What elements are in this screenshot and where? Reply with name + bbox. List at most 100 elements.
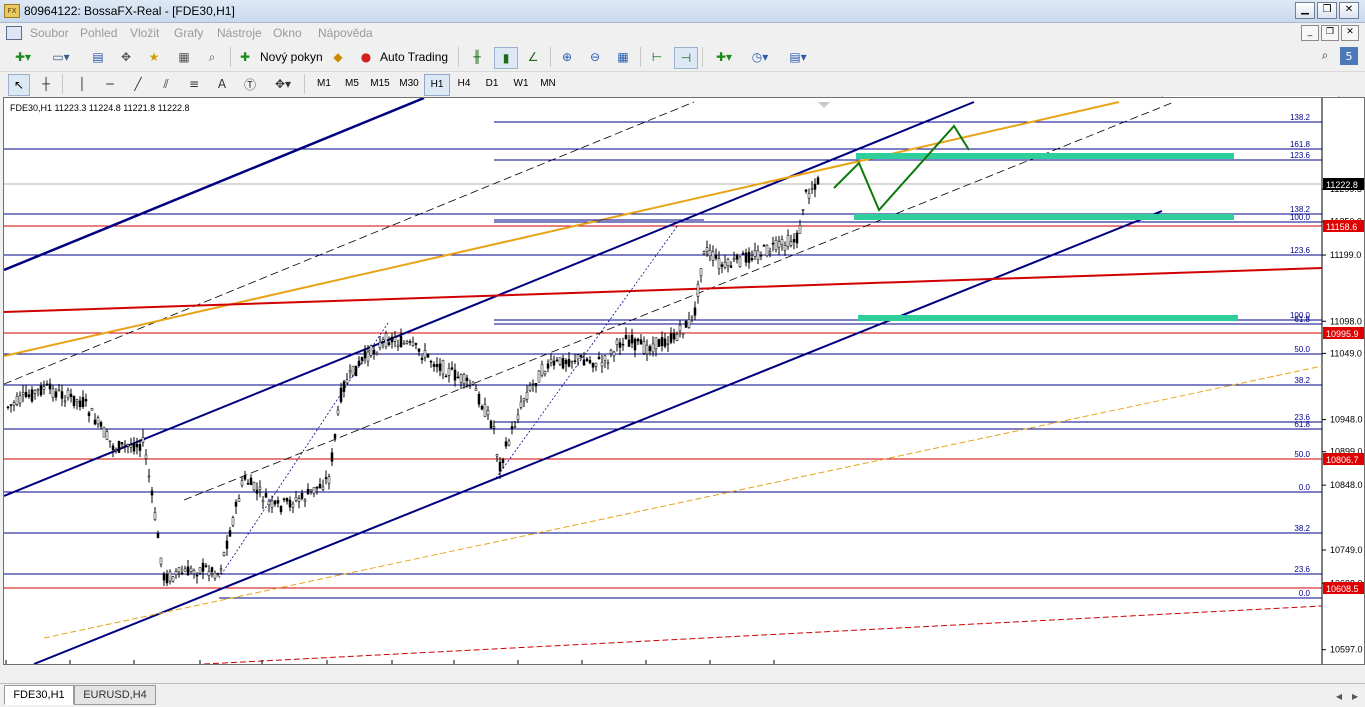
candle-body: [789, 241, 793, 246]
candlestick-chart-icon[interactable]: ▮: [494, 47, 518, 69]
bar-chart-icon[interactable]: ╫: [466, 47, 488, 67]
red-trendline-dashed: [203, 605, 1323, 664]
chart-canvas[interactable]: 138.2161.8123.6138.2100.0123.6100.061.85…: [4, 98, 1364, 664]
timeframe-m1[interactable]: M1: [312, 74, 336, 94]
candle-body: [351, 365, 355, 376]
chart-close-button[interactable]: ✕: [1341, 25, 1359, 41]
community-badge[interactable]: 5: [1340, 47, 1358, 65]
chart-minimize-button[interactable]: _: [1301, 25, 1319, 41]
chart-tabs-bar: FDE30,H1 EURUSD,H4 ◂ ▸: [0, 683, 1365, 707]
terminal-icon[interactable]: ▦: [174, 47, 194, 67]
red-trendline: [4, 267, 1323, 313]
data-window-icon[interactable]: ✥: [116, 47, 136, 67]
crosshair-icon[interactable]: ┼: [36, 74, 56, 94]
indicators-icon[interactable]: ✚▾: [708, 47, 740, 67]
trendline-icon[interactable]: ╱: [128, 74, 148, 94]
templates-icon[interactable]: ▤▾: [782, 47, 814, 67]
zoom-in-icon[interactable]: ⊕: [556, 47, 578, 67]
arrows-icon[interactable]: ✥▾: [268, 74, 298, 94]
fibonacci-icon[interactable]: ≡: [184, 74, 204, 94]
timeframe-m5[interactable]: M5: [340, 74, 364, 94]
vertical-line-icon[interactable]: │: [72, 74, 92, 94]
candle-body: [201, 562, 205, 572]
candle-body: [258, 486, 262, 490]
menu-vlozit[interactable]: Vložit: [130, 26, 159, 40]
candle-body: [489, 420, 493, 429]
maximize-button[interactable]: ❐: [1317, 2, 1337, 19]
chart-shift-icon[interactable]: ⊣: [674, 47, 698, 69]
text-icon[interactable]: A: [212, 74, 232, 94]
profiles-icon[interactable]: ▭▾: [46, 47, 76, 67]
timeframe-m30[interactable]: M30: [396, 74, 422, 94]
tab-eurusd-h4[interactable]: EURUSD,H4: [74, 685, 156, 705]
candle-body: [441, 360, 445, 375]
new-order-button[interactable]: Nový pokyn: [260, 50, 323, 64]
timeframe-h4[interactable]: H4: [452, 74, 476, 94]
periods-icon[interactable]: ◷▾: [744, 47, 776, 67]
tester-icon[interactable]: ⌕: [202, 47, 222, 67]
candle-body: [225, 540, 229, 549]
text-label-icon[interactable]: Ⓣ: [240, 74, 260, 94]
candle-body: [306, 488, 310, 495]
new-order-icon[interactable]: ✚: [236, 47, 254, 67]
candle-body: [60, 391, 64, 399]
candle-body: [693, 307, 697, 316]
candle-body: [84, 399, 88, 402]
metaeditor-icon[interactable]: ◆: [328, 47, 348, 67]
channel-icon[interactable]: ⫽: [156, 74, 176, 94]
search-icon[interactable]: ⌕: [1316, 47, 1334, 63]
price-tick-label: 10749.0: [1330, 545, 1363, 555]
cursor-icon[interactable]: ↖: [8, 74, 30, 96]
scroll-chart-icon[interactable]: ⊢: [646, 47, 668, 67]
navigator-icon[interactable]: ★: [144, 47, 164, 67]
candle-body: [654, 337, 658, 350]
candle-body: [138, 444, 142, 451]
menu-napoveda[interactable]: Nápověda: [318, 26, 373, 40]
candle-body: [747, 251, 751, 263]
auto-trading-button[interactable]: Auto Trading: [380, 50, 448, 64]
candle-body: [45, 383, 49, 386]
timeframe-m15[interactable]: M15: [367, 74, 393, 94]
chart-restore-button[interactable]: ❐: [1321, 25, 1339, 41]
timeframe-h1[interactable]: H1: [424, 74, 450, 96]
drawing-toolbar: ↖ ┼ │ ─ ╱ ⫽ ≡ A Ⓣ ✥▾ M1 M5 M15 M30 H1 H4…: [0, 72, 1365, 96]
new-chart-icon[interactable]: ✚▾: [8, 47, 38, 67]
line-chart-icon[interactable]: ∠: [522, 47, 544, 67]
menu-okno[interactable]: Okno: [273, 26, 302, 40]
candle-body: [369, 345, 373, 356]
candle-body: [348, 370, 352, 373]
tile-windows-icon[interactable]: ▦: [612, 47, 634, 67]
zoom-out-icon[interactable]: ⊖: [584, 47, 606, 67]
minimize-button[interactable]: ▁: [1295, 2, 1315, 19]
timeframe-mn[interactable]: MN: [536, 74, 560, 94]
market-watch-icon[interactable]: ▤: [88, 47, 108, 67]
candle-body: [240, 480, 244, 486]
candle-body: [312, 487, 316, 494]
menu-pohled[interactable]: Pohled: [80, 26, 117, 40]
candle-body: [690, 315, 694, 318]
timeframe-d1[interactable]: D1: [480, 74, 504, 94]
tabs-scroll-right-icon[interactable]: ▸: [1348, 686, 1362, 706]
candle-body: [27, 394, 31, 397]
candle-body: [303, 499, 307, 502]
price-tick-label: 10948.0: [1330, 415, 1363, 425]
candle-body: [18, 395, 22, 404]
auto-trading-icon[interactable]: ●: [356, 47, 376, 67]
candle-body: [423, 350, 427, 358]
candle-body: [783, 244, 787, 251]
fib-level-label: 50.0: [1294, 345, 1310, 354]
candle-body: [342, 381, 346, 392]
toolbar-separator: [458, 47, 459, 67]
price-chart[interactable]: 138.2 161.8 123.6 138.2 100.0 123.6 100.0 61.8 5…: [3, 97, 1365, 665]
menu-soubor[interactable]: Soubor: [30, 26, 69, 40]
horizontal-line-icon[interactable]: ─: [100, 74, 120, 94]
candle-body: [309, 489, 313, 492]
tabs-scroll-left-icon[interactable]: ◂: [1332, 686, 1346, 706]
tab-fde30-h1[interactable]: FDE30,H1: [4, 685, 74, 705]
timeframe-w1[interactable]: W1: [509, 74, 533, 94]
menu-grafy[interactable]: Grafy: [174, 26, 203, 40]
menu-nastroje[interactable]: Nástroje: [217, 26, 262, 40]
close-button[interactable]: ✕: [1339, 2, 1359, 19]
candle-body: [681, 332, 685, 335]
chart-window-icon[interactable]: [6, 26, 22, 40]
